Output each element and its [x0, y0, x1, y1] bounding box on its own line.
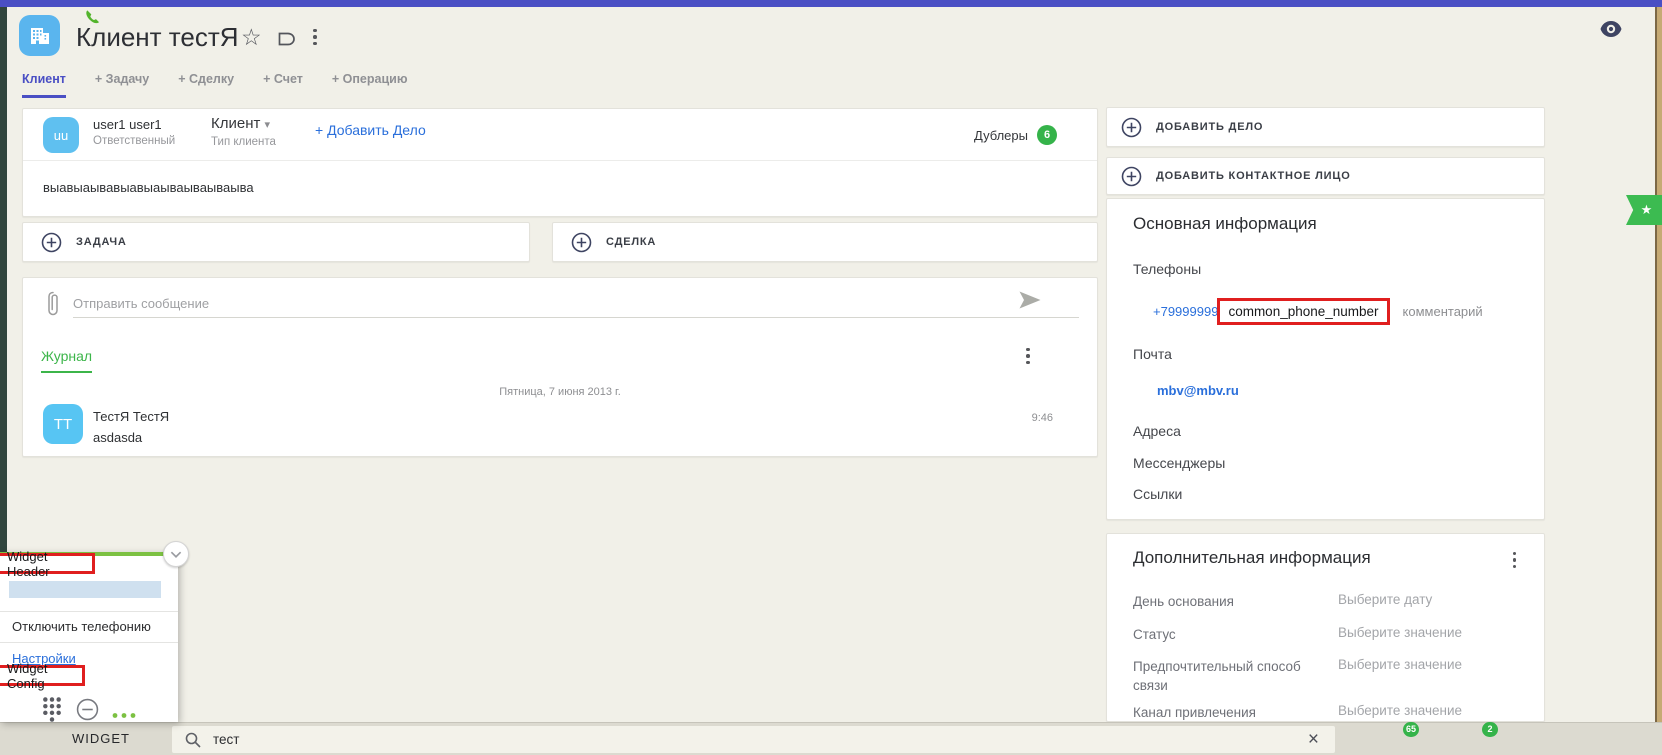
send-message-icon[interactable]	[1018, 290, 1042, 315]
star-icon: ★	[1641, 202, 1653, 218]
responsible-name: user1 user1	[93, 117, 162, 132]
field-label: Канал привлечения	[1133, 703, 1328, 722]
email-label: Почта	[1133, 346, 1172, 362]
extra-info-card: Дополнительная информация День основания…	[1106, 533, 1545, 722]
chevron-down-icon: ▾	[265, 119, 271, 131]
field-value-picker[interactable]: Выберите значение	[1338, 657, 1462, 672]
field-label: Предпочтительный способ связи	[1133, 657, 1328, 695]
phone-type-annotation-box[interactable]: common_phone_number	[1217, 298, 1389, 325]
entity-tabs: Клиент + Задачу + Сделку + Счет + Операц…	[22, 72, 408, 98]
add-case-button[interactable]: ДОБАВИТЬ ДЕЛО	[1106, 107, 1545, 147]
tab-add-invoice[interactable]: + Счет	[263, 72, 303, 98]
message-text: asdasda	[93, 430, 142, 445]
widget-config-label: Widget Config	[7, 661, 82, 691]
phone-comment-placeholder[interactable]: комментарий	[1403, 304, 1483, 319]
plus-circle-icon	[1121, 166, 1142, 187]
more-menu-icon[interactable]	[313, 27, 317, 47]
duplicates-label: Дублеры	[974, 128, 1028, 143]
minimize-icon[interactable]	[76, 698, 99, 726]
divider	[0, 611, 178, 612]
widget-phone-icon[interactable]	[84, 9, 103, 33]
feed-card: Журнал Пятница, 7 июня 2013 г. ТТ ТестЯ …	[22, 277, 1098, 457]
main-info-title: Основная информация	[1133, 214, 1317, 234]
responsible-avatar: uu	[43, 117, 79, 153]
tag-icon[interactable]	[277, 31, 297, 52]
widget-header-label: Widget Header	[7, 549, 92, 579]
field-label: Статус	[1133, 625, 1328, 644]
add-contact-button-label: ДОБАВИТЬ КОНТАКТНОЕ ЛИЦО	[1156, 170, 1351, 182]
messengers-label: Мессенджеры	[1133, 455, 1225, 471]
building-icon	[28, 24, 52, 48]
search-input[interactable]	[213, 732, 1308, 747]
message-author-avatar: ТТ	[43, 404, 83, 444]
watch-eye-icon[interactable]	[1600, 21, 1622, 42]
add-case-link[interactable]: + Добавить Дело	[315, 122, 426, 138]
menu-item-disable-telephony[interactable]: Отключить телефонию	[12, 619, 151, 634]
add-deal-card[interactable]: СДЕЛКА	[552, 222, 1098, 262]
extra-info-title: Дополнительная информация	[1133, 548, 1371, 568]
add-case-button-label: ДОБАВИТЬ ДЕЛО	[1156, 121, 1263, 133]
phones-label: Телефоны	[1133, 261, 1201, 277]
feed-date-divider: Пятница, 7 июня 2013 г.	[23, 386, 1097, 398]
global-search: ×	[172, 726, 1335, 753]
add-task-card[interactable]: ЗАДАЧА	[22, 222, 530, 262]
messages-count-badge: 2	[1482, 722, 1498, 737]
duplicates-control[interactable]: Дублеры 6	[974, 125, 1057, 145]
client-type-label: Тип клиента	[211, 136, 276, 148]
widget-config-annotation-box: Widget Config	[0, 665, 85, 686]
tab-add-operation[interactable]: + Операцию	[332, 72, 408, 98]
phone-row: +79999999 common_phone_number комментари…	[1153, 298, 1483, 325]
client-info-card: uu user1 user1 Ответственный Клиент ▾ Ти…	[22, 108, 1098, 217]
dialpad-icon[interactable]	[42, 696, 62, 728]
divider	[0, 642, 178, 643]
email-link[interactable]: mbv@mbv.ru	[1157, 383, 1239, 398]
feed-more-icon[interactable]	[1026, 346, 1030, 366]
search-icon	[185, 732, 201, 748]
widget-input-field[interactable]	[9, 581, 161, 598]
notifications-count-badge: 65	[1403, 722, 1419, 737]
favorite-star-icon[interactable]: ☆	[241, 24, 262, 51]
client-type-dropdown[interactable]: Клиент ▾	[211, 115, 270, 132]
search-clear-icon[interactable]: ×	[1308, 730, 1319, 749]
field-value-picker[interactable]: Выберите дату	[1338, 592, 1432, 607]
bookmark-ribbon-star[interactable]: ★	[1626, 195, 1662, 225]
phone-number-link[interactable]: +79999999	[1153, 304, 1218, 319]
widget-bar-label[interactable]: WIDGET	[72, 731, 130, 746]
field-value-picker[interactable]: Выберите значение	[1338, 703, 1462, 718]
tab-journal[interactable]: Журнал	[41, 348, 92, 373]
field-value-picker[interactable]: Выберите значение	[1338, 625, 1462, 640]
tab-client[interactable]: Клиент	[22, 72, 66, 98]
right-edge-strip	[1655, 7, 1662, 755]
addresses-label: Адреса	[1133, 423, 1181, 439]
main-info-card: Основная информация Телефоны +79999999 c…	[1106, 198, 1545, 520]
chevron-down-icon	[164, 541, 188, 567]
tab-add-deal[interactable]: + Сделку	[178, 72, 234, 98]
widget-collapse-button[interactable]	[163, 541, 189, 567]
message-time: 9:46	[1032, 412, 1053, 424]
client-info-row: uu user1 user1 Ответственный Клиент ▾ Ти…	[23, 109, 1097, 161]
attach-paperclip-icon[interactable]	[45, 290, 61, 323]
client-entity-icon	[19, 15, 60, 56]
extra-info-more-icon[interactable]	[1513, 550, 1517, 570]
plus-circle-icon	[571, 232, 592, 253]
add-task-label: ЗАДАЧА	[76, 236, 127, 248]
widget-header-annotation-box: Widget Header	[0, 553, 95, 574]
add-contact-button[interactable]: ДОБАВИТЬ КОНТАКТНОЕ ЛИЦО	[1106, 157, 1545, 195]
tab-add-task[interactable]: + Задачу	[95, 72, 149, 98]
duplicates-count-badge: 6	[1037, 125, 1057, 145]
field-label: День основания	[1133, 592, 1328, 611]
message-input[interactable]	[73, 290, 1079, 318]
links-label: Ссылки	[1133, 486, 1182, 502]
plus-circle-icon	[41, 232, 62, 253]
add-deal-label: СДЕЛКА	[606, 236, 656, 248]
message-author-name: ТестЯ ТестЯ	[93, 409, 169, 424]
top-accent-bar	[0, 0, 1662, 7]
client-note-text: выавыаывавыавыаываываываыва	[43, 180, 254, 195]
plus-circle-icon	[1121, 117, 1142, 138]
responsible-role-label: Ответственный	[93, 135, 175, 147]
more-options-icon[interactable]	[112, 706, 136, 724]
